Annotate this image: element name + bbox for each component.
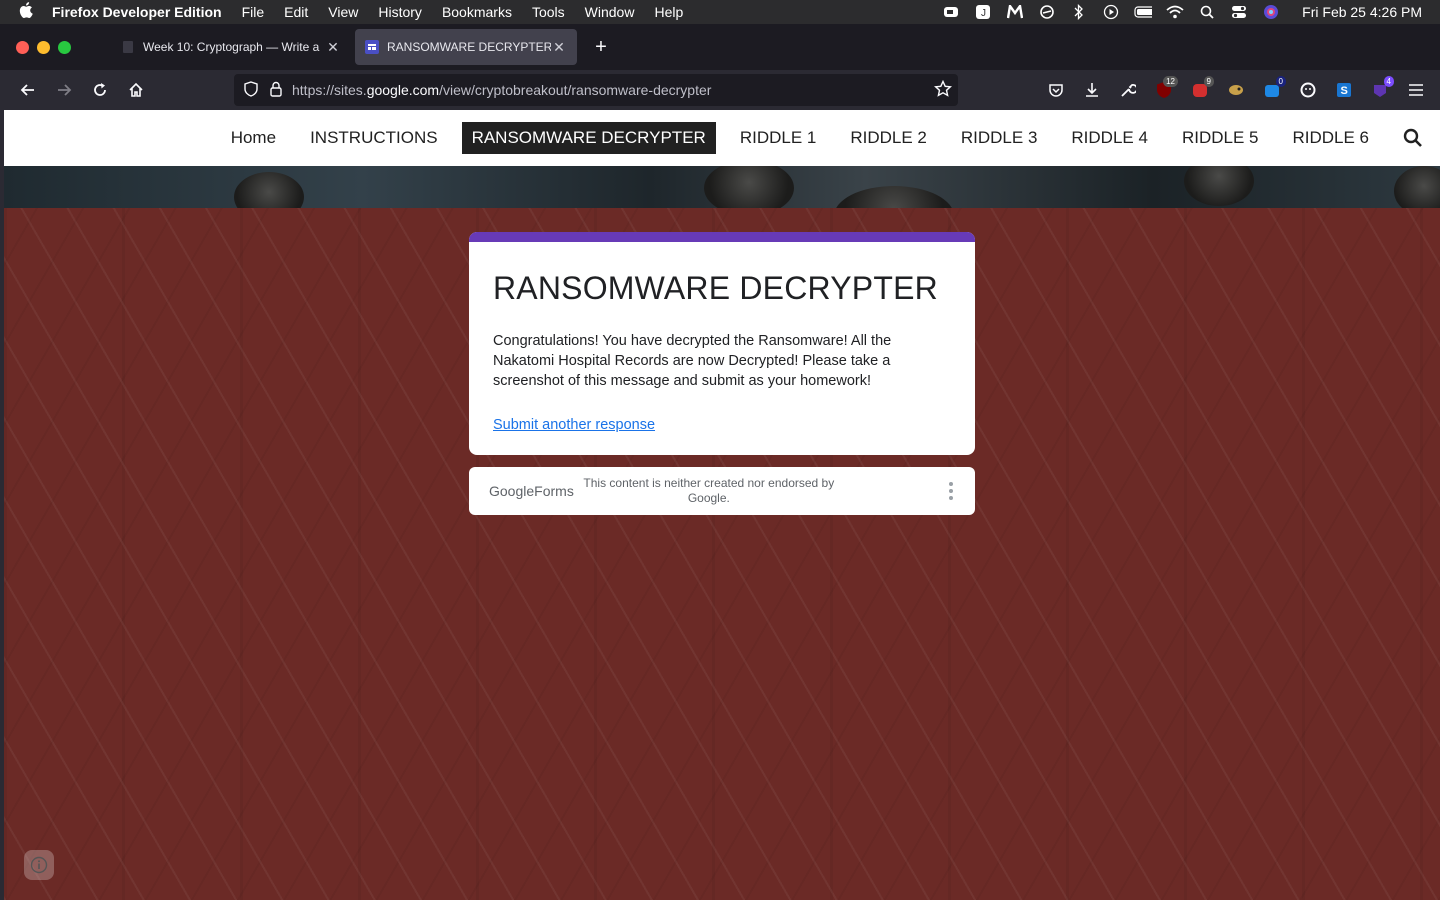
home-icon <box>129 82 143 97</box>
lock-icon[interactable] <box>270 81 282 100</box>
confirmation-message: Congratulations! You have decrypted the … <box>493 333 892 389</box>
control-center-icon[interactable] <box>1230 4 1248 20</box>
sync-icon[interactable] <box>1038 4 1056 20</box>
form-accent-bar <box>469 232 975 242</box>
url-bar[interactable]: https://sites.google.com/view/cryptobrea… <box>234 74 958 106</box>
bluetooth-icon[interactable] <box>1070 4 1088 20</box>
nav-riddle-4[interactable]: RIDDLE 4 <box>1061 122 1158 154</box>
form-response-card: RANSOMWARE DECRYPTER Congratulations! Yo… <box>469 232 975 455</box>
google-forms-logo[interactable]: GoogleForms <box>489 483 574 499</box>
nav-riddle-1[interactable]: RIDDLE 1 <box>730 122 827 154</box>
extension-badge: 0 <box>1275 76 1286 87</box>
bookmark-star-icon[interactable] <box>933 79 953 101</box>
play-icon[interactable] <box>1102 4 1120 20</box>
menu-window[interactable]: Window <box>585 4 635 20</box>
siri-icon[interactable] <box>1262 4 1280 20</box>
app-name-menu[interactable]: Firefox Developer Edition <box>52 4 222 20</box>
submit-another-response-link[interactable]: Submit another response <box>493 417 951 433</box>
m-app-icon[interactable] <box>1006 4 1024 20</box>
extension-badge: 12 <box>1163 76 1178 87</box>
menu-file[interactable]: File <box>242 4 265 20</box>
menubar-clock[interactable]: Fri Feb 25 4:26 PM <box>1302 4 1422 20</box>
nav-riddle-2[interactable]: RIDDLE 2 <box>840 122 937 154</box>
nav-instructions[interactable]: INSTRUCTIONS <box>300 122 448 154</box>
tracking-protection-shield-icon[interactable] <box>244 80 258 100</box>
tab-ransomware-decrypter[interactable]: RANSOMWARE DECRYPTER ✕ <box>355 29 577 65</box>
document-favicon-icon <box>121 40 135 54</box>
window-controls <box>16 40 71 54</box>
bitwarden-extension-icon[interactable]: 0 <box>1256 74 1288 106</box>
close-window-button[interactable] <box>16 40 29 54</box>
joplin-icon[interactable]: J <box>974 4 992 20</box>
purple-extension-icon[interactable]: 4 <box>1364 74 1396 106</box>
forward-button[interactable] <box>46 74 82 106</box>
google-forms-footer: GoogleForms This content is neither crea… <box>469 467 975 515</box>
nav-riddle-3[interactable]: RIDDLE 3 <box>951 122 1048 154</box>
downloads-icon[interactable] <box>1076 74 1108 106</box>
chameleon-extension-icon[interactable] <box>1220 74 1252 106</box>
close-tab-icon[interactable]: ✕ <box>551 39 567 56</box>
extension-badge: 4 <box>1383 76 1394 87</box>
svg-text:J: J <box>981 8 986 19</box>
menu-help[interactable]: Help <box>654 4 683 20</box>
site-info-button[interactable] <box>24 850 54 880</box>
forms-disclaimer: This content is neither created nor endo… <box>583 476 835 505</box>
extension-badge: 9 <box>1203 76 1214 87</box>
site-header: Home INSTRUCTIONS RANSOMWARE DECRYPTER R… <box>4 110 1440 166</box>
site-nav: Home INSTRUCTIONS RANSOMWARE DECRYPTER R… <box>214 122 1386 154</box>
menu-bookmarks[interactable]: Bookmarks <box>442 4 512 20</box>
pocket-icon[interactable] <box>1040 74 1072 106</box>
home-button[interactable] <box>118 74 154 106</box>
extensions-toolbar: 12 9 0 S 4 <box>1040 74 1432 106</box>
new-tab-button[interactable]: + <box>587 33 615 61</box>
battery-icon[interactable] <box>1134 4 1153 20</box>
reload-button[interactable] <box>82 74 118 106</box>
zoom-icon[interactable] <box>942 4 960 20</box>
s-extension-icon[interactable]: S <box>1328 74 1360 106</box>
more-options-icon[interactable] <box>945 482 957 500</box>
menu-view[interactable]: View <box>328 4 358 20</box>
tab-title: Week 10: Cryptograph — Write a <box>143 40 320 54</box>
navigation-toolbar: https://sites.google.com/view/cryptobrea… <box>0 70 1440 110</box>
site-search-icon[interactable] <box>1398 123 1428 153</box>
privacy-extension-icon[interactable]: 9 <box>1184 74 1216 106</box>
close-tab-icon[interactable]: ✕ <box>325 39 341 56</box>
macos-menubar: Firefox Developer Edition File Edit View… <box>0 0 1440 24</box>
reload-icon <box>94 83 106 96</box>
page-content: Home INSTRUCTIONS RANSOMWARE DECRYPTER R… <box>4 110 1440 900</box>
wifi-icon[interactable] <box>1166 4 1184 20</box>
tab-week10-cryptograph[interactable]: Week 10: Cryptograph — Write a ✕ <box>111 29 351 65</box>
back-arrow-icon <box>20 84 34 96</box>
header-banner-image <box>4 166 1440 208</box>
url-text[interactable]: https://sites.google.com/view/cryptobrea… <box>292 82 711 98</box>
nav-ransomware-decrypter[interactable]: RANSOMWARE DECRYPTER <box>461 122 716 154</box>
menu-history[interactable]: History <box>378 4 422 20</box>
form-title: RANSOMWARE DECRYPTER <box>493 270 938 306</box>
ublock-origin-icon[interactable]: 12 <box>1148 74 1180 106</box>
app-menu-hamburger-icon[interactable] <box>1400 74 1432 106</box>
zoom-window-button[interactable] <box>58 40 71 54</box>
face-extension-icon[interactable] <box>1292 74 1324 106</box>
svg-text:S: S <box>1341 85 1348 97</box>
menu-edit[interactable]: Edit <box>284 4 308 20</box>
nav-riddle-5[interactable]: RIDDLE 5 <box>1172 122 1269 154</box>
nav-home[interactable]: Home <box>221 122 286 154</box>
menu-tools[interactable]: Tools <box>532 4 565 20</box>
back-button[interactable] <box>10 74 46 106</box>
spotlight-search-icon[interactable] <box>1198 4 1216 20</box>
forward-arrow-icon <box>58 84 72 96</box>
developer-tools-wrench-icon[interactable] <box>1112 74 1144 106</box>
apple-menu-icon[interactable] <box>0 1 52 23</box>
google-sites-favicon-icon <box>365 40 379 54</box>
minimize-window-button[interactable] <box>37 40 50 54</box>
tab-strip: Week 10: Cryptograph — Write a ✕ RANSOMW… <box>0 24 1440 70</box>
info-icon <box>30 856 48 874</box>
tab-title: RANSOMWARE DECRYPTER <box>387 40 551 54</box>
nav-riddle-6[interactable]: RIDDLE 6 <box>1282 122 1379 154</box>
